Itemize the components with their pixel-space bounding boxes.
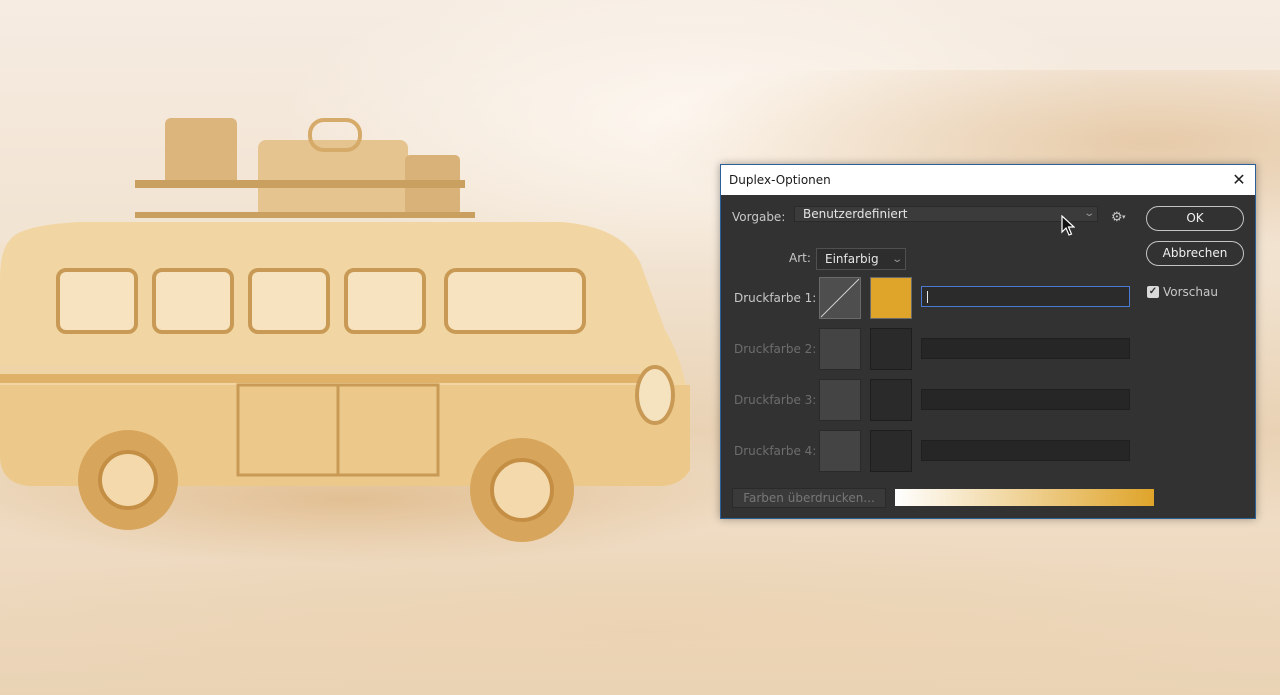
type-label: Art: bbox=[789, 251, 811, 265]
curve-diagonal-icon bbox=[820, 278, 860, 318]
duotone-gradient-ramp bbox=[895, 489, 1154, 506]
text-caret bbox=[927, 291, 928, 303]
cancel-button[interactable]: Abbrechen bbox=[1146, 241, 1244, 266]
ink-1-name-field[interactable] bbox=[921, 286, 1130, 307]
ink-4-color-swatch[interactable] bbox=[870, 430, 912, 472]
ink-3-curve-button[interactable] bbox=[819, 379, 861, 421]
ink-2-label: Druckfarbe 2: bbox=[734, 342, 817, 356]
preview-label[interactable]: Vorschau bbox=[1163, 285, 1218, 299]
checkmark-icon[interactable]: ✓ bbox=[1147, 286, 1159, 298]
ink-1-label: Druckfarbe 1: bbox=[734, 291, 817, 305]
ink-2-curve-button[interactable] bbox=[819, 328, 861, 370]
ink-1-curve-button[interactable] bbox=[819, 277, 861, 319]
overprint-colors-button[interactable]: Farben überdrucken... bbox=[732, 488, 886, 508]
dialog-title: Duplex-Optionen bbox=[729, 173, 831, 187]
ink-3-name-field[interactable] bbox=[921, 389, 1130, 410]
preset-label: Vorgabe: bbox=[732, 210, 786, 224]
preset-value: Benutzerdefiniert bbox=[803, 207, 908, 221]
ink-2-name-field[interactable] bbox=[921, 338, 1130, 359]
type-value: Einfarbig bbox=[825, 252, 879, 266]
toy-bus-image bbox=[0, 118, 690, 542]
gear-icon[interactable]: ⚙ ▾ bbox=[1111, 209, 1129, 225]
close-icon[interactable]: ✕ bbox=[1223, 165, 1255, 195]
ok-button[interactable]: OK bbox=[1146, 206, 1244, 231]
duplex-options-dialog: Duplex-Optionen ✕ Vorgabe: Benutzerdefin… bbox=[720, 164, 1256, 519]
ink-3-color-swatch[interactable] bbox=[870, 379, 912, 421]
ink-2-color-swatch[interactable] bbox=[870, 328, 912, 370]
chevron-down-icon: ⌄ bbox=[1082, 208, 1095, 219]
type-select[interactable]: Einfarbig ⌄ bbox=[816, 248, 906, 270]
ink-4-label: Druckfarbe 4: bbox=[734, 444, 817, 458]
ink-4-curve-button[interactable] bbox=[819, 430, 861, 472]
ink-4-name-field[interactable] bbox=[921, 440, 1130, 461]
dialog-titlebar: Duplex-Optionen ✕ bbox=[721, 165, 1255, 195]
ink-1-color-swatch[interactable] bbox=[870, 277, 912, 319]
chevron-down-icon: ⌄ bbox=[890, 254, 903, 265]
mouse-cursor-icon bbox=[1061, 215, 1075, 236]
ink-3-label: Druckfarbe 3: bbox=[734, 393, 817, 407]
preset-select[interactable]: Benutzerdefiniert ⌄ bbox=[794, 206, 1098, 222]
